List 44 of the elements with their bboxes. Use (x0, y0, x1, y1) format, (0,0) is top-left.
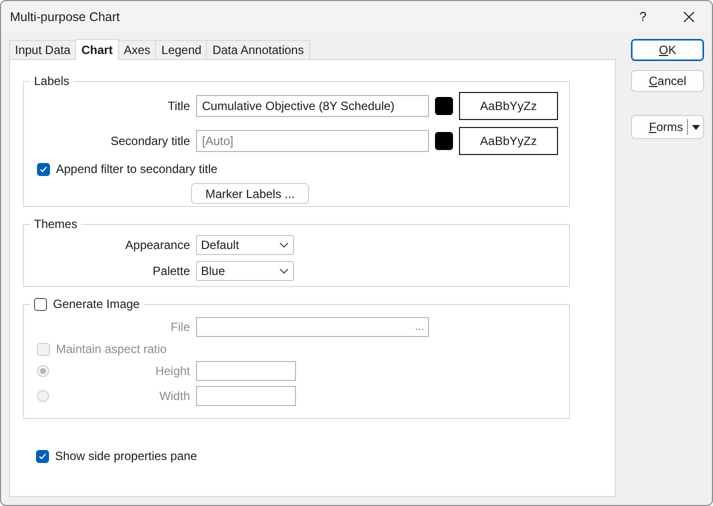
checkbox-label: Show side properties pane (55, 449, 198, 463)
field-label: File (170, 320, 190, 334)
chevron-down-icon (279, 268, 289, 274)
font-sample[interactable]: AaBbYyZz (459, 92, 558, 120)
window-title: Multi-purpose Chart (10, 10, 121, 24)
checkbox-label: Append filter to secondary title (56, 162, 218, 176)
text-field[interactable]: [Auto] (196, 130, 429, 152)
tab[interactable]: Input Data (9, 40, 76, 59)
tab[interactable]: Chart (75, 39, 119, 60)
text-field[interactable] (196, 361, 296, 381)
tab[interactable]: Legend (155, 40, 208, 59)
marker-labels-button[interactable]: Marker Labels ... (191, 183, 309, 204)
chevron-down-icon (279, 242, 289, 248)
dropdown-button[interactable] (687, 119, 703, 135)
field-label: Title (166, 99, 190, 113)
group-label: Themes (33, 217, 78, 231)
forms-button[interactable]: Forms (631, 115, 704, 139)
checkbox-label: Maintain aspect ratio (56, 342, 167, 356)
close-icon (683, 10, 695, 22)
field-label: Palette (152, 264, 190, 278)
checkmark-icon (38, 452, 47, 460)
text-field[interactable]: Cumulative Objective (8Y Schedule) (196, 95, 429, 117)
dialog-button[interactable]: Cancel (631, 70, 704, 92)
caret-icon (692, 124, 700, 130)
tab[interactable]: Data Annotations (206, 40, 310, 59)
color-swatch[interactable] (435, 132, 453, 150)
dropdown[interactable]: Default (196, 235, 294, 255)
color-swatch[interactable] (435, 97, 453, 115)
text-field[interactable] (196, 386, 296, 406)
font-sample[interactable]: AaBbYyZz (459, 127, 558, 155)
checkbox[interactable] (34, 298, 47, 310)
checkbox[interactable] (36, 450, 49, 462)
checkbox[interactable] (37, 162, 50, 176)
forms-label[interactable]: Forms (632, 120, 687, 134)
field-label: Appearance (124, 238, 190, 252)
group-label: Labels (33, 74, 70, 88)
dialog-button[interactable]: OK (631, 39, 704, 61)
field-label: Secondary title (110, 134, 190, 148)
checkbox-label: Generate Image (53, 297, 140, 311)
checkmark-icon (39, 164, 48, 174)
help-button[interactable]: ? (620, 1, 666, 32)
dropdown[interactable]: Blue (196, 261, 294, 281)
field-label: Width (158, 389, 190, 403)
field-label: Height (154, 364, 190, 378)
